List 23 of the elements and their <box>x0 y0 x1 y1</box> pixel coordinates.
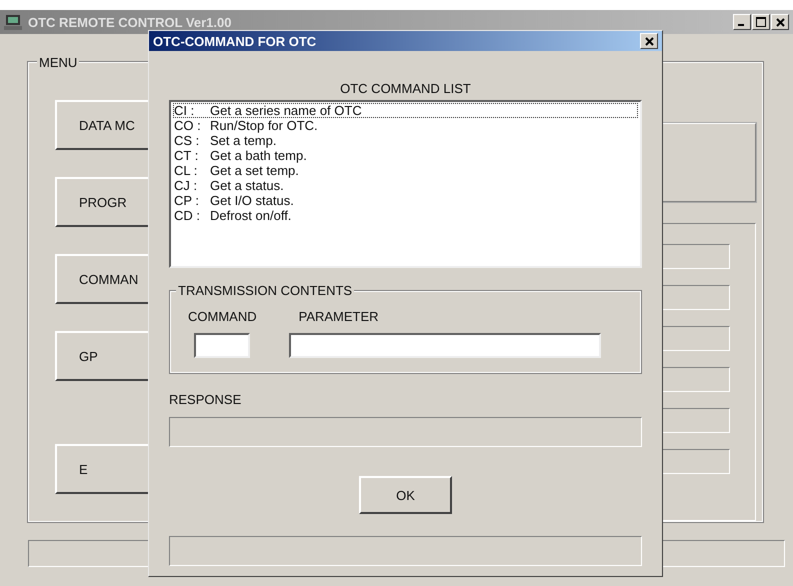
command-list[interactable]: CI : Get a series name of OTC CO : Run/Stop for OTC. CS : Set a temp. CT : Get a bath temp. CL : Get a set temp. CJ : Get a status. CP : Get I/O status. CD : Defrost on/off. <box>169 100 642 268</box>
group-label: TRANSMISSION CONTENTS <box>176 283 354 298</box>
list-item[interactable]: CT : Get a bath temp. <box>173 148 638 163</box>
list-item[interactable]: CL : Get a set temp. <box>173 163 638 178</box>
close-button[interactable] <box>771 14 789 30</box>
field-label: RESPONSE <box>169 392 242 407</box>
field-label: COMMAND <box>188 309 257 324</box>
ok-button[interactable]: OK <box>359 476 452 514</box>
list-heading: OTC COMMAND LIST <box>340 81 471 96</box>
maximize-icon <box>756 17 766 27</box>
close-button[interactable] <box>640 33 658 49</box>
close-icon <box>776 18 784 26</box>
computer-icon <box>4 14 22 30</box>
minimize-button[interactable] <box>733 14 751 30</box>
window-title: OTC REMOTE CONTROL Ver1.00 <box>28 14 232 30</box>
parameter-field[interactable] <box>288 333 601 358</box>
group-label: MENU <box>37 55 80 70</box>
close-icon <box>644 36 654 46</box>
list-item[interactable]: CI : Get a series name of OTC <box>173 103 638 118</box>
maximize-button[interactable] <box>752 14 770 30</box>
field-label: PARAMETER <box>298 309 380 324</box>
dialog-title: OTC-COMMAND FOR OTC <box>153 34 316 48</box>
command-field[interactable] <box>194 333 250 358</box>
